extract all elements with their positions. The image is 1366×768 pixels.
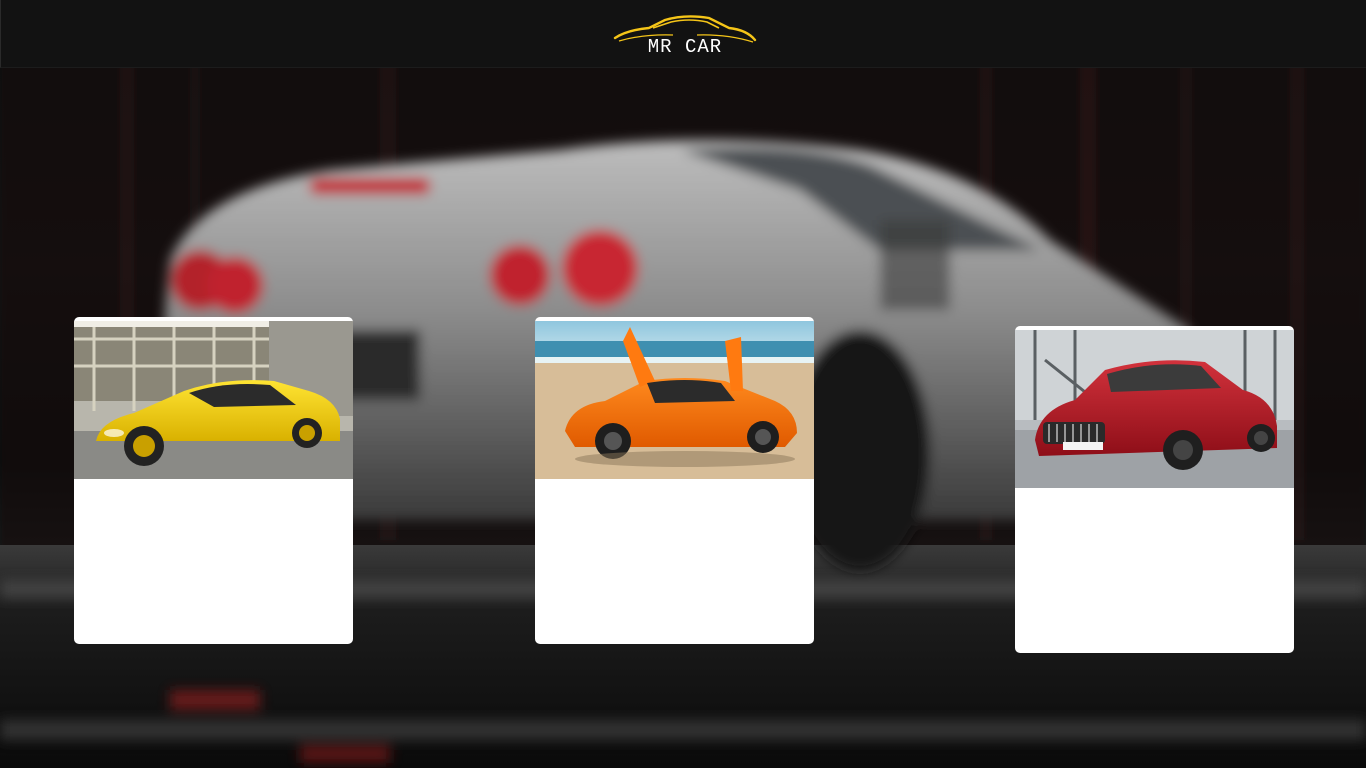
car-card[interactable] bbox=[1015, 326, 1294, 653]
car-card[interactable] bbox=[74, 317, 353, 644]
yellow-sports-car-photo[interactable] bbox=[74, 321, 353, 479]
red-sedan-photo[interactable] bbox=[1015, 330, 1294, 488]
brand-logo[interactable]: MR CAR bbox=[613, 14, 757, 60]
car-card[interactable] bbox=[535, 317, 814, 644]
brand-name: MR CAR bbox=[647, 36, 723, 58]
orange-sports-car-photo[interactable] bbox=[535, 321, 814, 479]
site-header: MR CAR bbox=[0, 0, 1366, 68]
